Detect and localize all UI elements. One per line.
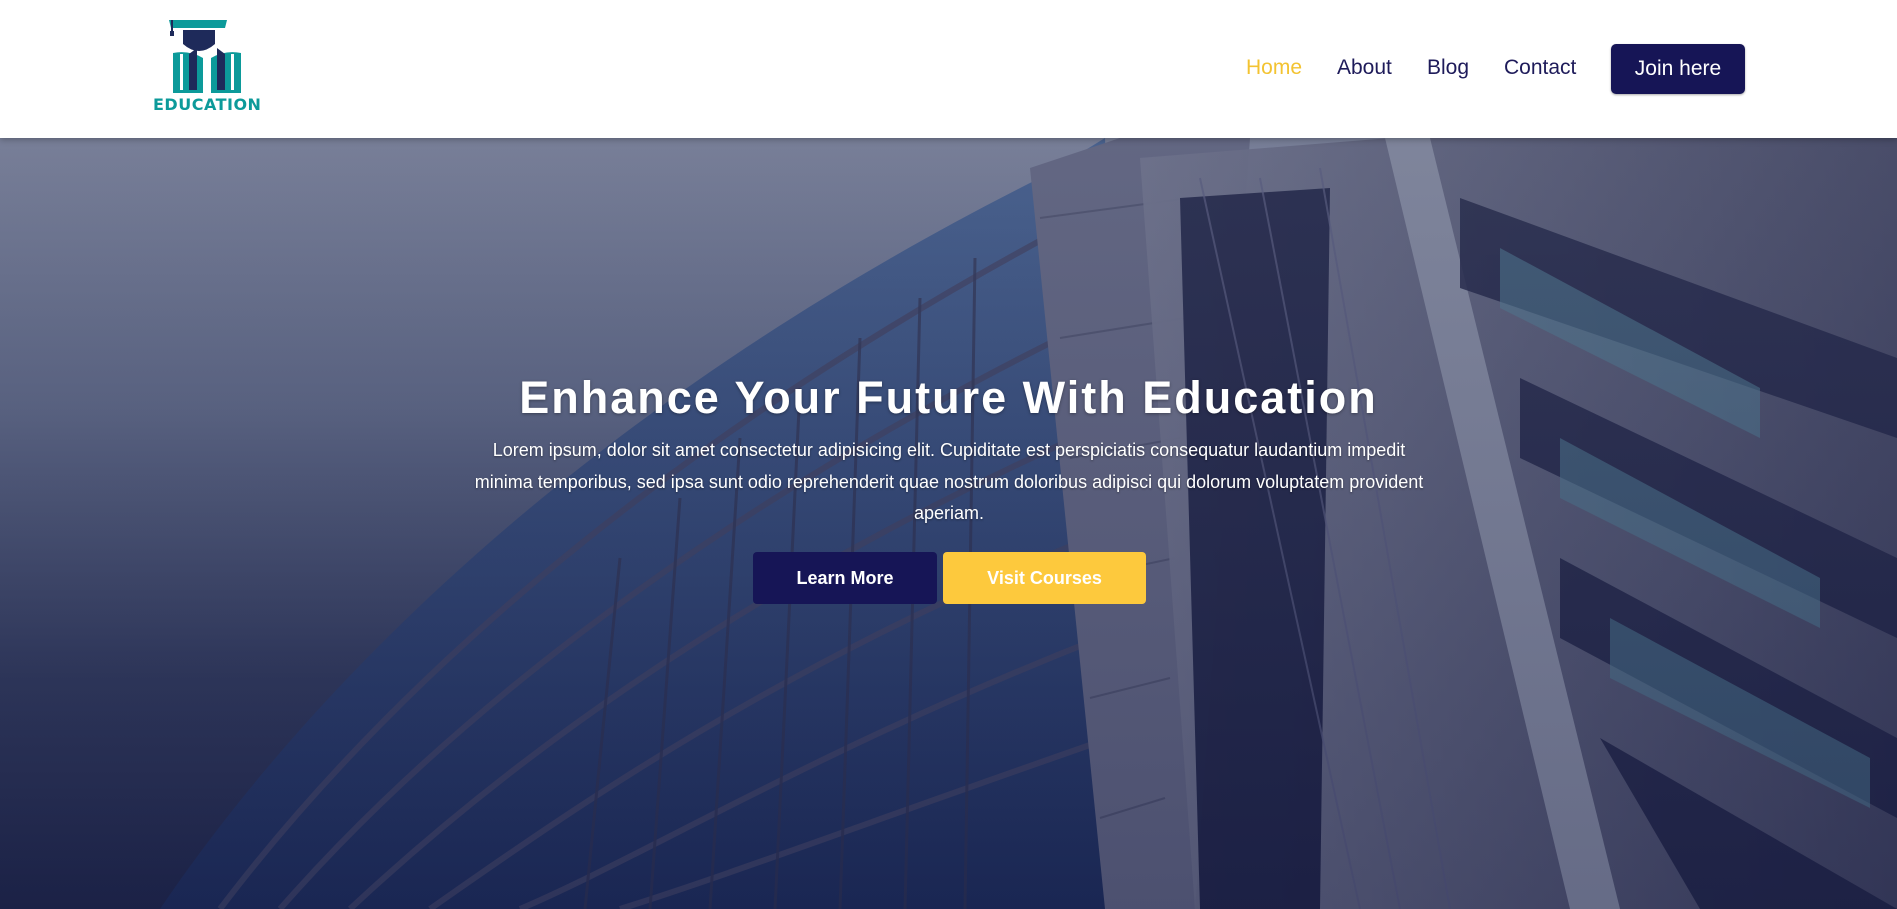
hero-section: Enhance Your Future With Education Lorem…	[0, 138, 1897, 909]
brand-logo[interactable]: EDUCATION	[153, 16, 261, 120]
nav-item-blog[interactable]: Blog	[1427, 54, 1469, 82]
nav-item-contact[interactable]: Contact	[1504, 54, 1576, 82]
join-here-button[interactable]: Join here	[1611, 44, 1745, 94]
logo-text: EDUCATION	[153, 95, 262, 114]
hero-title: Enhance Your Future With Education	[519, 372, 1378, 423]
visit-courses-button[interactable]: Visit Courses	[943, 552, 1146, 604]
graduation-book-icon	[169, 20, 241, 94]
hero-description: Lorem ipsum, dolor sit amet consectetur …	[474, 440, 1424, 523]
learn-more-button[interactable]: Learn More	[753, 552, 937, 604]
nav-item-about[interactable]: About	[1337, 54, 1392, 82]
navbar: EDUCATION Home About Blog Contact Join h…	[0, 0, 1897, 138]
nav-item-home[interactable]: Home	[1246, 54, 1302, 82]
